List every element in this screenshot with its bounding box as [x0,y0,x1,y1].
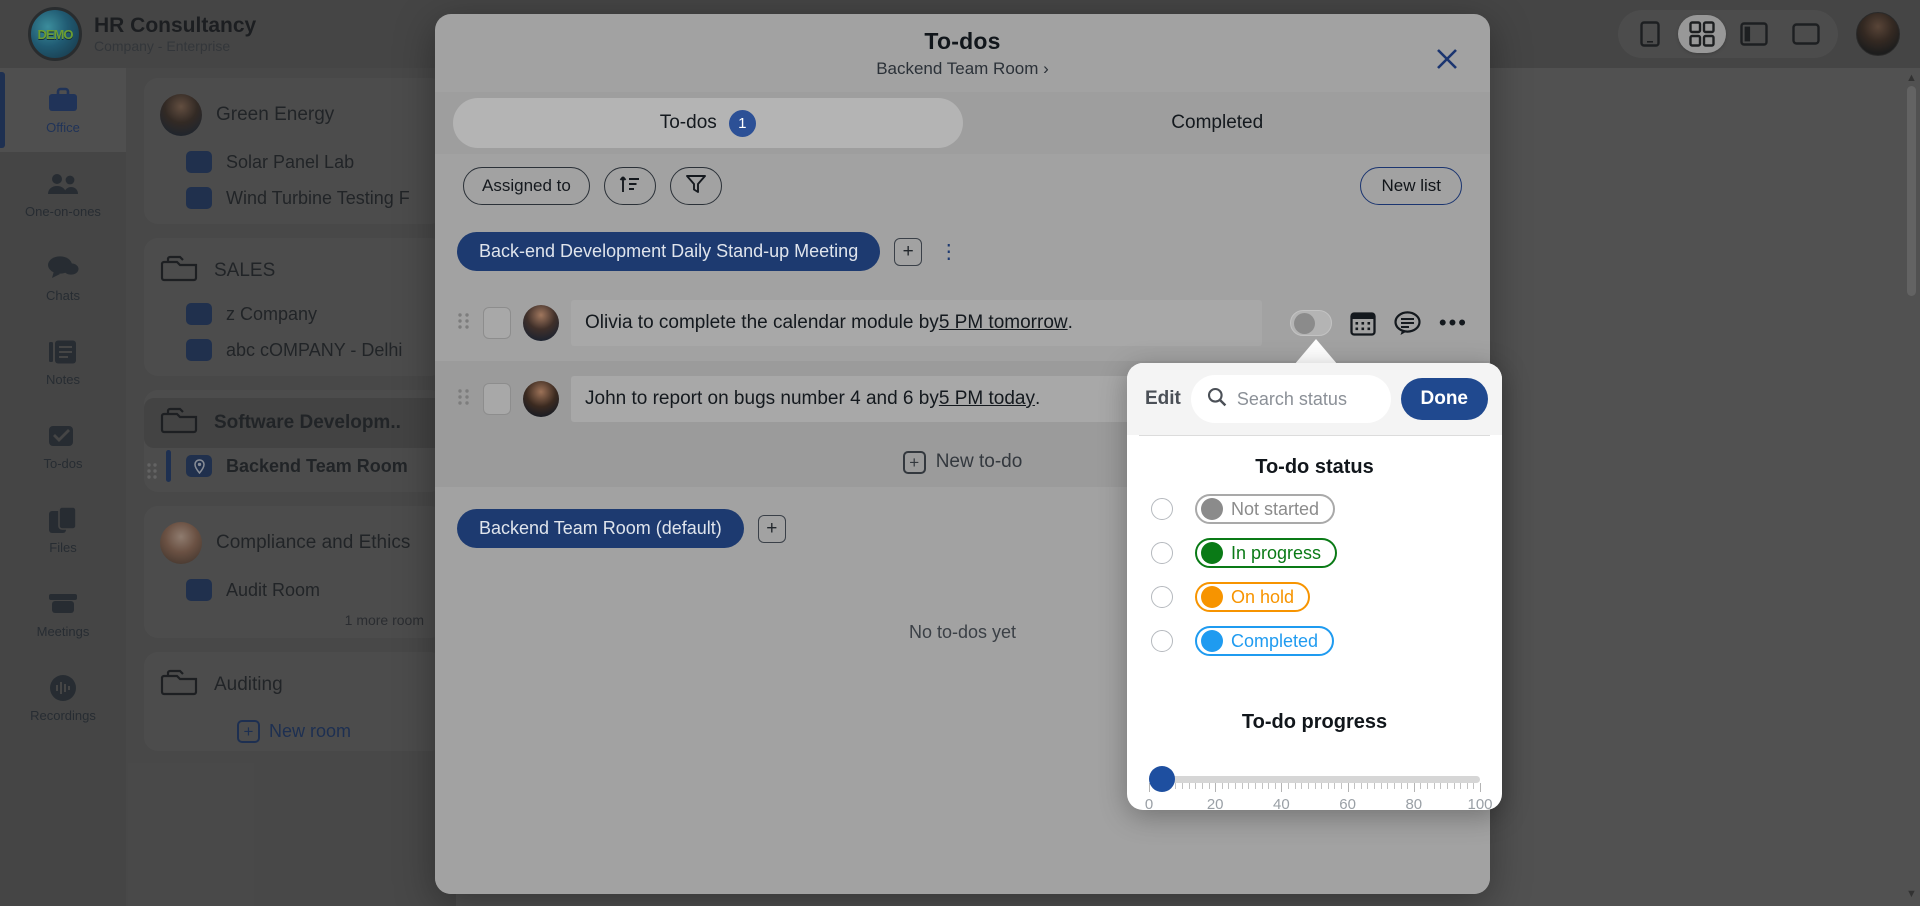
filter-funnel-icon [685,173,707,200]
status-color-dot [1201,586,1223,608]
modal-header: To-dos Backend Team Room › [435,14,1490,92]
more-options-icon[interactable]: ••• [1439,310,1468,336]
assignee-avatar[interactable] [523,381,559,417]
tab-completed[interactable]: Completed [963,98,1473,148]
sort-ascending-icon [619,173,641,200]
radio-button[interactable] [1151,630,1173,652]
tab-label: To-dos [659,112,717,133]
progress-slider-wrapper: 0 20 40 60 80 100 [1127,742,1502,818]
todo-text-before: John to report on bugs number 4 and 6 by [585,388,939,409]
add-todo-icon[interactable]: + [757,514,786,543]
radio-button[interactable] [1151,498,1173,520]
filter-button[interactable] [669,167,722,205]
sort-button[interactable] [603,167,656,205]
todo-checkbox[interactable] [483,383,511,415]
done-button[interactable]: Done [1400,378,1488,420]
radio-button[interactable] [1151,542,1173,564]
progress-slider[interactable] [1149,764,1481,794]
status-chip[interactable]: Not started [1195,494,1336,524]
progress-section-title: To-do progress [1241,711,1388,733]
todo-text-before: Olivia to complete the calendar module b… [585,312,939,333]
status-option-on-hold[interactable]: On hold [1127,575,1502,619]
status-popover: Edit Done To-do status Not started In pr… [1127,363,1502,813]
calendar-icon[interactable] [1350,310,1376,336]
todo-checkbox[interactable] [483,307,511,339]
drag-handle-icon[interactable] [457,388,471,411]
todo-row-actions: ••• [1274,310,1468,336]
assignee-avatar[interactable] [523,305,559,341]
status-option-not-started[interactable]: Not started [1127,487,1502,531]
status-color-dot [1201,542,1223,564]
slider-tick-labels: 0 20 40 60 80 100 [1144,796,1493,813]
slider-thumb[interactable] [1149,766,1175,792]
tab-label: Completed [1171,112,1264,133]
modal-toolbar: Assigned to New list [435,154,1490,218]
popover-arrow [1294,339,1338,365]
todo-list-header: Back-end Development Daily Stand-up Meet… [435,218,1490,285]
status-option-completed[interactable]: Completed [1127,619,1502,663]
breadcrumb[interactable]: Backend Team Room › [435,55,1490,79]
popover-header: Edit Done [1127,363,1502,435]
todo-list-name[interactable]: Back-end Development Daily Stand-up Meet… [457,232,881,271]
search-input-wrapper[interactable] [1190,375,1391,423]
plus-icon: + [902,450,926,474]
todo-due-link[interactable]: 5 PM tomorrow [939,312,1068,334]
search-input[interactable] [1236,388,1375,410]
comment-icon[interactable] [1394,310,1421,336]
drag-handle-icon[interactable] [457,312,471,335]
status-badge[interactable] [1289,310,1332,336]
status-option-in-progress[interactable]: In progress [1127,531,1502,575]
search-icon [1207,387,1227,412]
todo-text[interactable]: Olivia to complete the calendar module b… [571,300,1262,346]
status-label: Not started [1231,498,1320,519]
todo-due-link[interactable]: 5 PM today [939,388,1035,410]
new-todo-label: New to-do [935,451,1023,472]
assigned-to-filter-button[interactable]: Assigned to [463,167,590,205]
new-list-button[interactable]: New list [1360,167,1462,205]
todo-list-name[interactable]: Backend Team Room (default) [457,509,744,548]
status-chip[interactable]: On hold [1195,582,1311,612]
edit-button[interactable]: Edit [1145,388,1181,410]
app-root: DEMO HR Consultancy Company - Enterprise [0,0,1920,906]
status-label: On hold [1231,586,1295,607]
tab-badge: 1 [728,109,756,137]
slider-track [1149,776,1480,783]
modal-tabs: To-dos 1 Completed [435,92,1490,154]
radio-button[interactable] [1151,586,1173,608]
todo-text-after: . [1067,312,1073,333]
list-menu-icon[interactable]: ⋮ [936,239,962,264]
todo-text-after: . [1034,388,1041,409]
close-icon[interactable] [1430,42,1464,76]
slider-ticks [1149,783,1481,792]
add-todo-icon[interactable]: + [894,237,923,266]
status-color-dot [1201,498,1223,520]
status-section-title: To-do status [1255,456,1374,478]
tab-todos[interactable]: To-dos 1 [453,98,963,148]
page-title: To-dos [924,28,1001,54]
status-chip[interactable]: Completed [1195,626,1335,656]
status-label: Completed [1231,630,1319,651]
status-label: In progress [1231,542,1322,563]
status-chip[interactable]: In progress [1195,538,1338,568]
status-color-dot [1201,630,1223,652]
